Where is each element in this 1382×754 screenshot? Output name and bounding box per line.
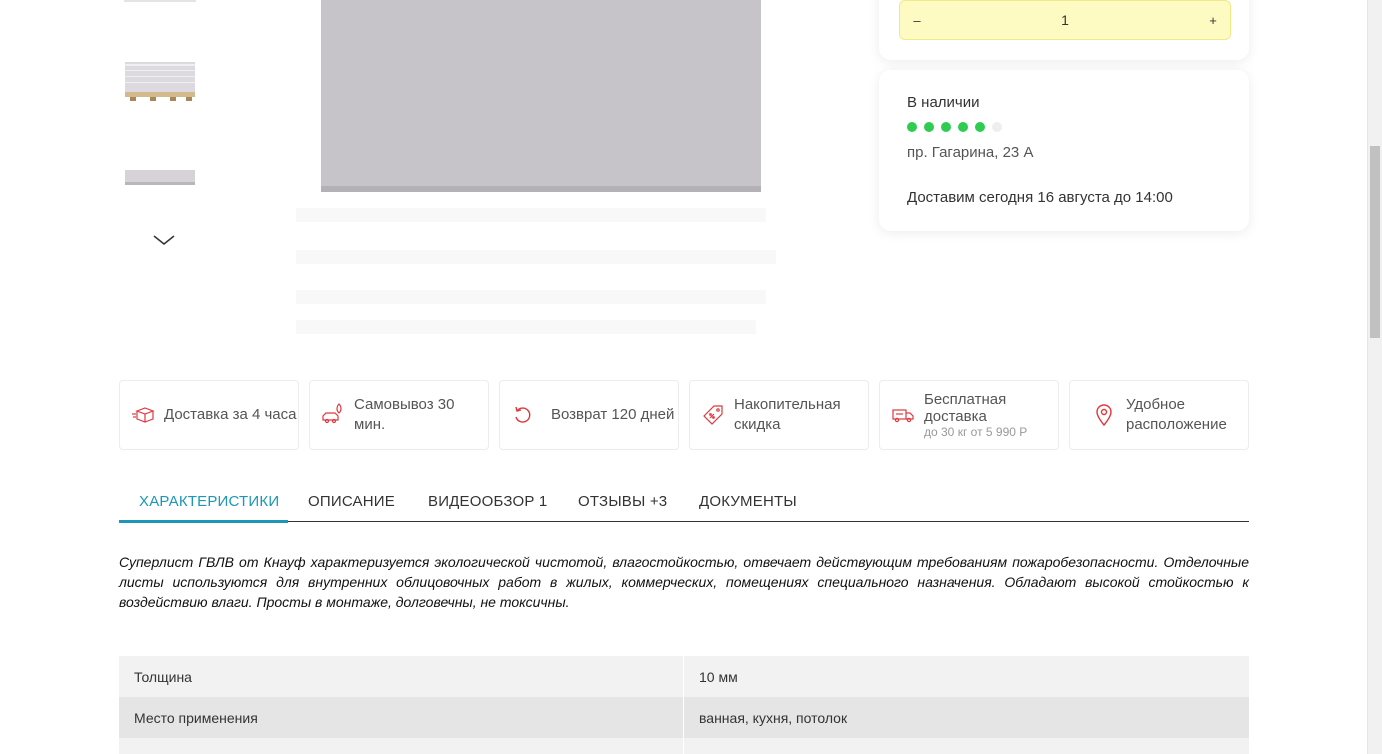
location-pin-icon xyxy=(1092,403,1116,427)
thumbnail-2[interactable] xyxy=(120,44,200,120)
increase-button[interactable]: + xyxy=(1196,1,1230,39)
feature-text: Бесплатная доставка до 30 кг от 5 990 Р xyxy=(924,391,1058,439)
thumbnail-1[interactable] xyxy=(120,0,200,28)
page-scrollbar[interactable] xyxy=(1367,0,1382,754)
stock-dot-filled xyxy=(958,122,968,132)
feature-return[interactable]: Возврат 120 дней xyxy=(499,380,679,450)
spec-key: Толщина xyxy=(119,656,684,697)
product-board xyxy=(321,0,761,186)
feature-label: Самовывоз 30 мин. xyxy=(354,396,455,433)
scrollbar-thumb[interactable] xyxy=(1370,146,1380,338)
tab-video-review[interactable]: ВИДЕООБЗОР 1 xyxy=(428,493,547,510)
spec-key xyxy=(119,738,684,754)
feature-label: Возврат 120 дней xyxy=(551,406,675,423)
image-shadow xyxy=(296,290,766,304)
spec-value: 10 мм xyxy=(699,668,738,685)
discount-tag-icon xyxy=(701,403,725,427)
box-icon xyxy=(131,403,155,427)
product-tabs: ХАРАКТЕРИСТИКИ ОПИСАНИЕ ВИДЕООБЗОР 1 ОТЗ… xyxy=(119,482,1249,523)
feature-label: Накопительная скидка xyxy=(734,396,841,433)
feature-delivery[interactable]: Доставка за 4 часа xyxy=(119,380,299,450)
chevron-down-icon[interactable] xyxy=(152,232,176,248)
delivery-info: Доставим сегодня 16 августа до 14:00 xyxy=(907,189,1173,206)
product-board-edge xyxy=(321,186,761,192)
return-icon xyxy=(511,403,535,427)
tab-reviews[interactable]: ОТЗЫВЫ +3 xyxy=(578,493,667,510)
spec-table: Толщина 10 мм Место применения ванная, к… xyxy=(119,656,1249,754)
stock-dot-filled xyxy=(975,122,985,132)
image-shadow xyxy=(296,320,756,334)
stock-card: В наличии пр. Гагарина, 23 А Доставим се… xyxy=(879,70,1249,231)
active-tab-indicator xyxy=(119,520,288,523)
store-address[interactable]: пр. Гагарина, 23 А xyxy=(907,144,1033,161)
stock-dot-empty xyxy=(992,122,1002,132)
decrease-button[interactable]: – xyxy=(900,1,934,39)
tab-documents[interactable]: ДОКУМЕНТЫ xyxy=(699,493,797,510)
feature-discount[interactable]: Накопительная скидка xyxy=(689,380,869,450)
tab-characteristics[interactable]: ХАРАКТЕРИСТИКИ xyxy=(139,493,279,510)
image-shadow xyxy=(296,250,776,264)
quantity-value[interactable]: 1 xyxy=(934,12,1196,28)
car-pin-icon xyxy=(321,403,345,427)
free-truck-icon xyxy=(891,403,915,427)
quantity-stepper: – 1 + xyxy=(899,0,1231,40)
table-row xyxy=(119,738,1249,754)
spec-value: ванная, кухня, потолок xyxy=(699,709,848,726)
feature-sublabel: до 30 кг от 5 990 Р xyxy=(924,425,1028,439)
feature-pickup[interactable]: Самовывоз 30 мин. xyxy=(309,380,489,450)
spec-key: Место применения xyxy=(119,697,684,738)
feature-label: Удобное расположение xyxy=(1126,396,1227,433)
stock-dot-filled xyxy=(941,122,951,132)
image-shadow xyxy=(296,208,766,222)
stock-level-dots xyxy=(907,122,1002,132)
feature-label: Доставка за 4 часа xyxy=(164,406,297,423)
feature-free-delivery[interactable]: Бесплатная доставка до 30 кг от 5 990 Р xyxy=(879,380,1059,450)
table-row: Место применения ванная, кухня, потолок xyxy=(119,697,1249,738)
stock-dot-filled xyxy=(924,122,934,132)
spec-value xyxy=(684,738,1249,754)
stock-status: В наличии xyxy=(907,94,980,111)
product-main-image[interactable] xyxy=(290,0,790,350)
thumbnail-3[interactable] xyxy=(120,142,200,212)
table-row: Толщина 10 мм xyxy=(119,656,1249,697)
stock-dot-filled xyxy=(907,122,917,132)
tab-description[interactable]: ОПИСАНИЕ xyxy=(308,493,395,510)
feature-location[interactable]: Удобное расположение xyxy=(1069,380,1249,450)
quantity-card: – 1 + xyxy=(879,0,1249,60)
product-description: Суперлист ГВЛВ от Кнауф характеризуется … xyxy=(119,554,1249,610)
feature-label: Бесплатная доставка xyxy=(924,391,1007,425)
